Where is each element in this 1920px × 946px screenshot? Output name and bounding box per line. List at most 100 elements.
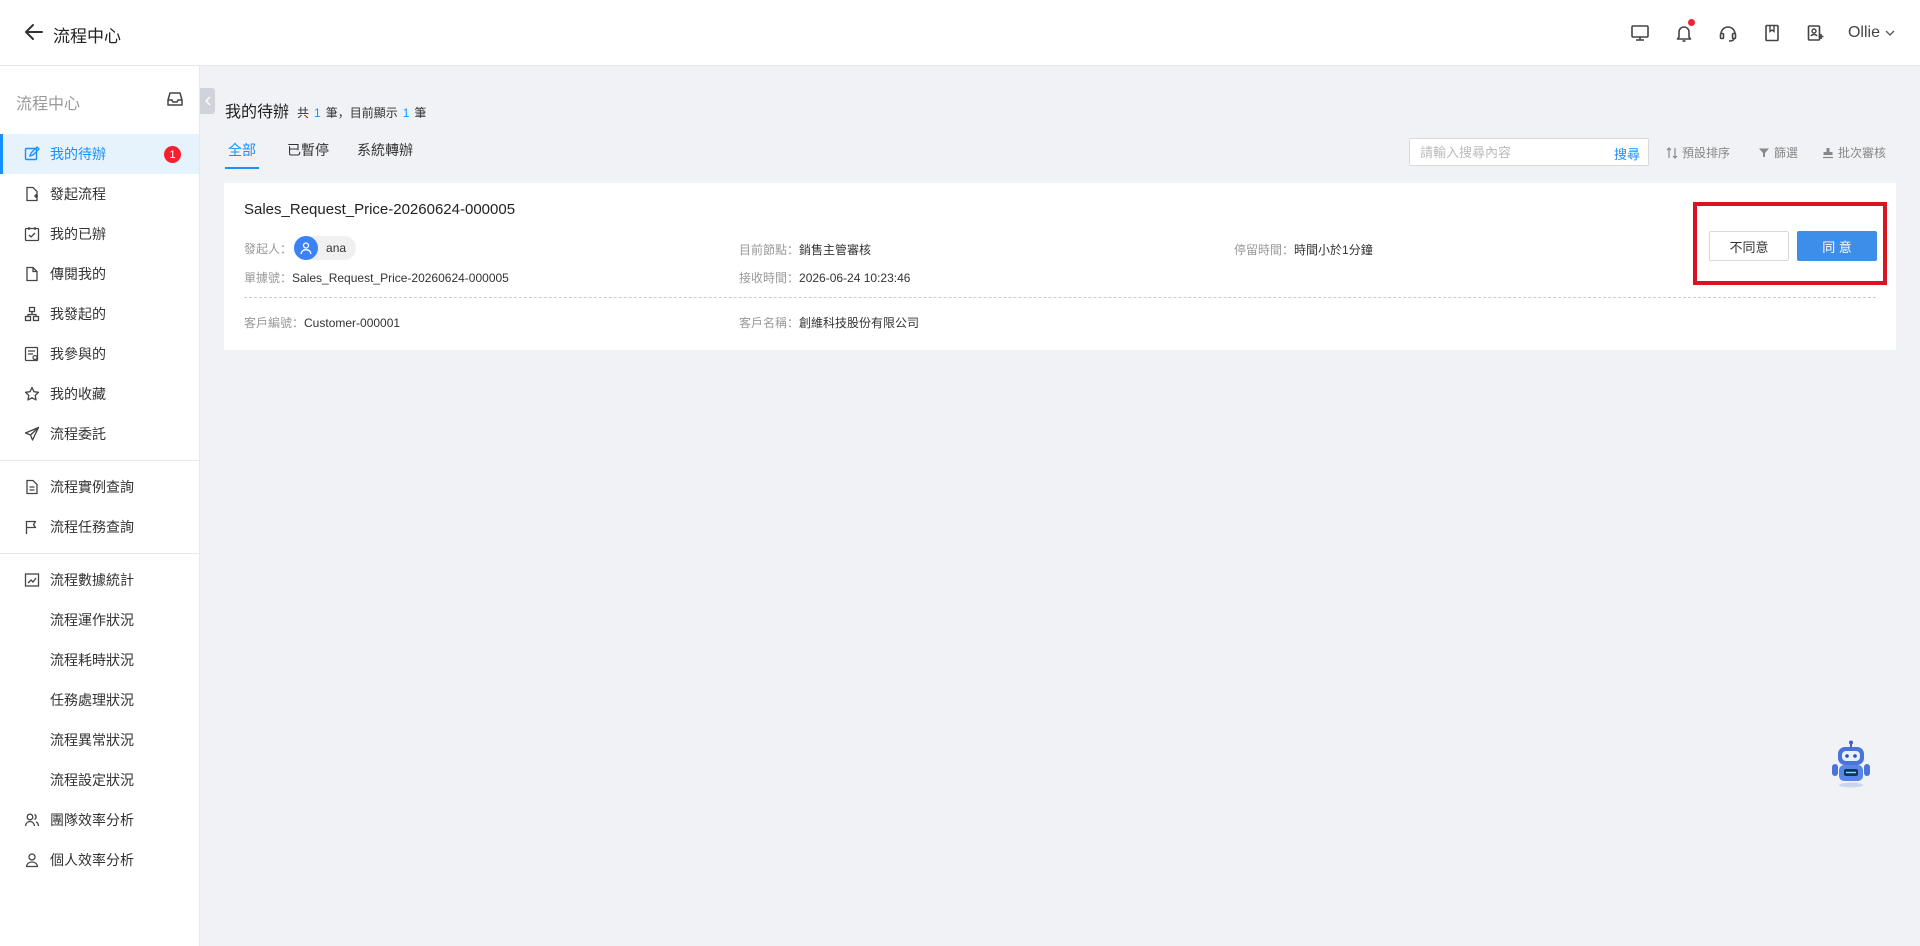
sidebar-item-operation-status[interactable]: 流程運作狀況 [0,600,199,640]
sidebar-item-setting-status[interactable]: 流程設定狀況 [0,760,199,800]
customer-number-field: 客戶編號： Customer-000001 [244,314,400,331]
sidebar-item-circulated[interactable]: 傳閱我的 [0,254,199,294]
card-divider [244,297,1876,298]
back-arrow-icon[interactable] [22,20,46,44]
stay-time-value: 時間小於1分鐘 [1294,243,1373,257]
initiator-chip[interactable]: ana [294,236,357,260]
sidebar-item-favorites[interactable]: 我的收藏 [0,374,199,414]
top-bar: 流程中心 Ollie [0,0,1920,66]
sidebar-item-label: 任務處理狀況 [50,692,134,708]
stay-time-label: 停留時間： [1234,243,1295,257]
sidebar-item-instance-query[interactable]: 流程實例查詢 [0,467,199,507]
sidebar-item-personal-efficiency[interactable]: 個人效率分析 [0,840,199,880]
user-card-icon[interactable] [1804,21,1828,45]
assistant-robot-icon[interactable] [1828,740,1874,788]
team-icon [24,812,40,828]
reject-button[interactable]: 不同意 [1709,231,1789,261]
search-box: 搜尋 [1409,138,1649,166]
sidebar-item-initiated[interactable]: 我發起的 [0,294,199,334]
sidebar-item-label: 我發起的 [50,306,106,322]
approve-button[interactable]: 同 意 [1797,231,1877,261]
sidebar-item-label: 流程實例查詢 [50,479,134,495]
received-time-field: 接收時間： 2026-06-24 10:23:46 [739,269,910,286]
sidebar-item-my-done[interactable]: 我的已辦 [0,214,199,254]
customer-number-label: 客戶編號： [244,316,305,330]
stamp-icon [1823,147,1833,158]
current-node-label: 目前節點： [739,243,800,257]
notification-dot [1687,19,1695,26]
sidebar-item-label: 流程耗時狀況 [50,652,134,668]
user-menu[interactable]: Ollie [1848,24,1896,42]
count-suffix: 筆 [414,106,427,120]
search-input[interactable] [1420,139,1595,165]
current-node-field: 目前節點： 銷售主管審核 [739,241,871,258]
customer-name-value: 創維科技股份有限公司 [799,316,920,330]
sidebar-divider [0,460,199,461]
flag-icon [24,519,40,535]
chevron-left-icon [204,96,210,106]
sidebar-item-time-status[interactable]: 流程耗時狀況 [0,640,199,680]
initiator-label: 發起人： [244,241,293,256]
sidebar-item-participated[interactable]: 我參與的 [0,334,199,374]
customer-number-value: Customer-000001 [304,315,401,330]
sidebar-item-label: 我的待辦 [50,146,106,162]
task-title: Sales_Request_Price-20260624-000005 [244,201,516,218]
sidebar-item-task-query[interactable]: 流程任務查詢 [0,507,199,547]
sidebar-item-label: 我參與的 [50,346,106,362]
sidebar-item-exception-status[interactable]: 流程異常狀況 [0,720,199,760]
tab-paused[interactable]: 已暫停 [287,140,329,169]
edit-icon [24,146,40,162]
star-icon [24,386,40,402]
record-count: 共 1 筆，目前顯示 1 筆 [297,104,426,121]
current-node-value: 銷售主管審核 [799,243,872,257]
received-time-value: 2026-06-24 10:23:46 [799,270,911,285]
filter-button[interactable]: 篩選 [1758,144,1798,161]
user-icon [300,242,312,255]
sidebar-item-delegation[interactable]: 流程委託 [0,414,199,454]
initiator-field: 發起人： ana [244,236,357,260]
total-count: 1 [314,106,321,120]
tab-system-transfer[interactable]: 系統轉辦 [357,140,413,169]
page-header: 我的待辦 共 1 筆，目前顯示 1 筆 [225,98,426,122]
batch-review-button[interactable]: 批次審核 [1822,144,1886,161]
stay-time-field: 停留時間： 時間小於1分鐘 [1234,241,1373,258]
sidebar-item-start-process[interactable]: 發起流程 [0,174,199,214]
headset-icon[interactable] [1716,21,1740,45]
form-list-icon [24,346,40,362]
todo-count-badge: 1 [164,146,181,163]
inbox-icon[interactable] [166,90,184,108]
book-icon[interactable] [1760,21,1784,45]
chevron-down-icon [1885,30,1895,36]
file-text-icon [24,479,40,495]
avatar [294,236,319,260]
file-add-icon [24,186,40,202]
filter-label: 篩選 [1774,146,1799,160]
count-mid: 筆，目前顯示 [325,106,398,120]
sidebar-item-label: 流程運作狀況 [50,612,134,628]
sidebar-item-team-efficiency[interactable]: 團隊效率分析 [0,800,199,840]
received-time-label: 接收時間： [739,271,800,285]
shown-count: 1 [402,106,410,120]
monitor-icon[interactable] [1628,21,1652,45]
bell-icon[interactable] [1672,19,1696,45]
sidebar-item-label: 我的已辦 [50,226,106,242]
tab-all[interactable]: 全部 [225,140,259,169]
document-number-label: 單據號： [244,271,293,285]
sidebar-item-statistics[interactable]: 流程數據統計 [0,560,199,600]
sidebar-title: 流程中心 [16,96,81,113]
search-button[interactable]: 搜尋 [1614,144,1640,163]
task-card[interactable]: Sales_Request_Price-20260624-000005 發起人：… [224,183,1896,350]
send-icon [24,426,40,442]
sort-icon [1666,146,1678,159]
sidebar-collapse-toggle[interactable] [200,88,215,114]
sidebar-item-label: 流程設定狀況 [50,772,134,788]
initiator-name: ana [326,241,347,255]
sidebar-item-my-todo[interactable]: 我的待辦 1 [0,134,199,174]
document-number-value: Sales_Request_Price-20260624-000005 [292,270,509,285]
sidebar-item-task-status[interactable]: 任務處理狀況 [0,680,199,720]
app-title: 流程中心 [53,27,121,46]
customer-name-field: 客戶名稱： 創維科技股份有限公司 [739,314,919,331]
line-chart-icon [24,572,40,588]
sort-button[interactable]: 預設排序 [1666,144,1730,161]
sidebar-item-label: 我的收藏 [50,386,106,402]
